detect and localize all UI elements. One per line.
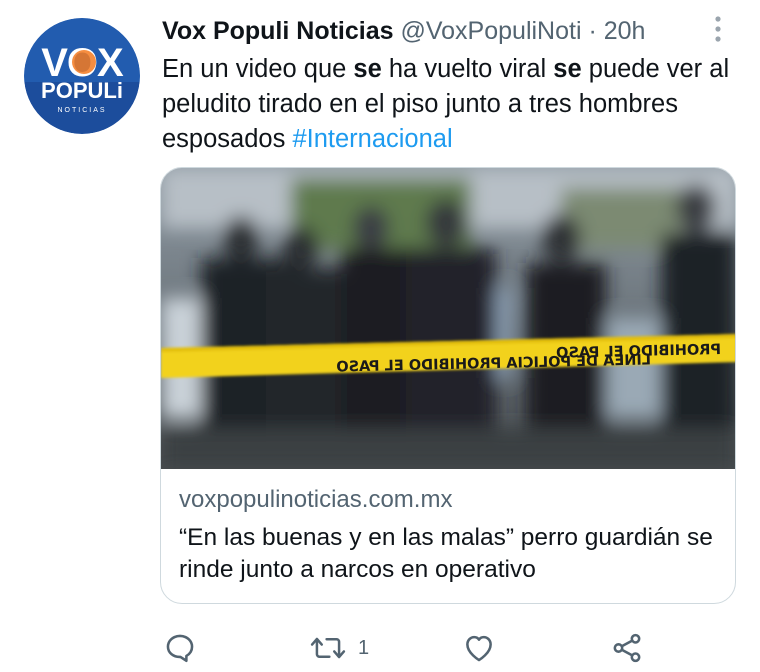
tweet-text-segment: En un video que xyxy=(162,55,354,83)
avatar[interactable]: VOX POPULi NOTICIAS xyxy=(24,18,140,134)
hashtag-link[interactable]: #Internacional xyxy=(292,125,452,153)
card-title: “En las buenas y en las malas” perro gua… xyxy=(179,524,713,583)
author-handle[interactable]: @VoxPopuliNoti xyxy=(400,17,581,45)
tweet-text: En un video que se ha vuelto viral se pu… xyxy=(162,52,742,157)
retweet-button[interactable]: 1 xyxy=(310,628,369,668)
more-options-icon[interactable] xyxy=(706,14,730,44)
retweet-icon xyxy=(310,637,346,659)
like-button[interactable] xyxy=(462,628,496,668)
highlighted-word: se xyxy=(553,55,582,83)
header-separator: · xyxy=(588,17,597,45)
tweet-text-segment: ha vuelto viral xyxy=(381,55,554,83)
reply-button[interactable] xyxy=(163,628,197,668)
tweet-header: Vox Populi Noticias @VoxPopuliNoti · 20h xyxy=(162,15,645,47)
tweet-time[interactable]: 20h xyxy=(604,17,646,45)
share-icon xyxy=(613,633,641,663)
share-button[interactable] xyxy=(610,628,644,668)
reply-icon xyxy=(166,634,194,663)
retweet-count: 1 xyxy=(358,636,370,659)
card-domain: voxpopulinoticias.com.mx xyxy=(179,486,453,513)
vox-populi-logo: VOX POPULi NOTICIAS xyxy=(24,18,140,134)
highlighted-word: se xyxy=(353,55,382,83)
link-card[interactable]: LINEA DE POLICIA PROHIBIDO EL PASO PROHI… xyxy=(160,167,736,604)
author-name[interactable]: Vox Populi Noticias xyxy=(162,17,394,45)
avatar-text-bottom: NOTICIAS xyxy=(57,107,106,114)
avatar-text-middle: POPULi xyxy=(41,78,123,103)
heart-icon xyxy=(466,635,492,662)
card-image: LINEA DE POLICIA PROHIBIDO EL PASO PROHI… xyxy=(161,168,735,469)
